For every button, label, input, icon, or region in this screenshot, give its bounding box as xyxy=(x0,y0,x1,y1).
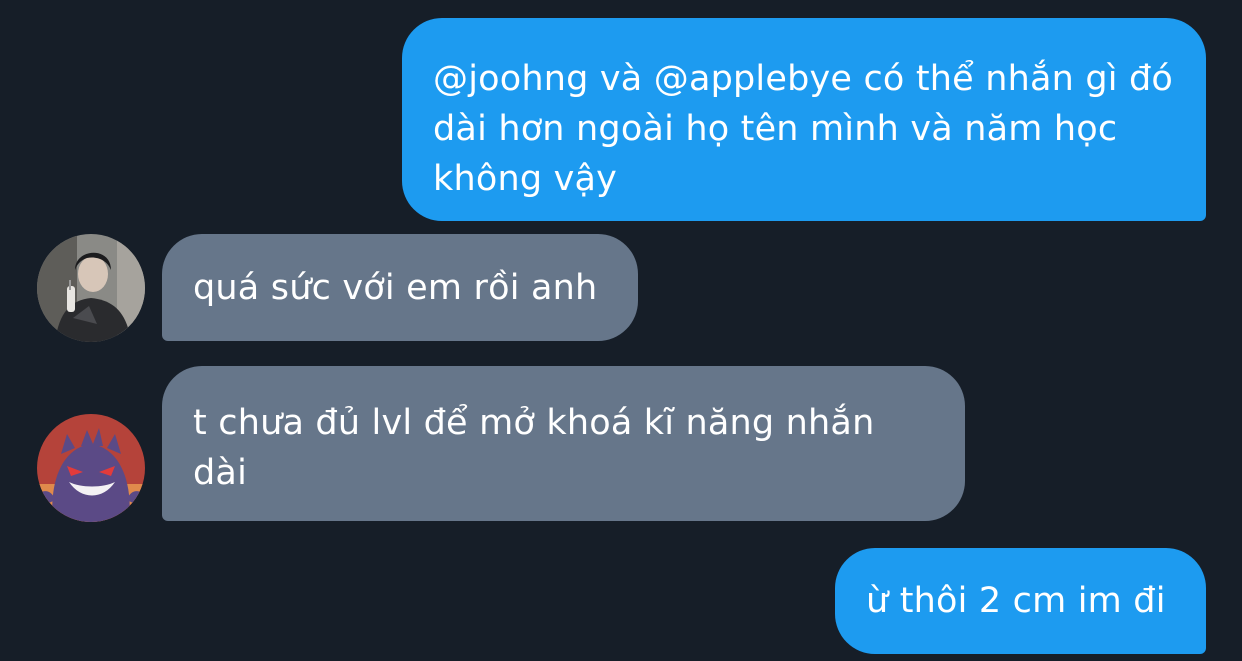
user-photo-icon xyxy=(37,234,145,342)
incoming-message-bubble[interactable]: quá sức với em rồi anh xyxy=(162,234,638,341)
outgoing-message-bubble[interactable]: ừ thôi 2 cm im đi xyxy=(835,548,1206,654)
incoming-message-bubble[interactable]: t chưa đủ lvl để mở khoá kĩ năng nhắn dà… xyxy=(162,366,965,521)
gengar-avatar[interactable] xyxy=(37,414,145,522)
message-text: t chưa đủ lvl để mở khoá kĩ năng nhắn dà… xyxy=(193,403,875,493)
outgoing-message-bubble[interactable]: @joohng và @applebye có thể nhắn gì đó d… xyxy=(402,18,1206,221)
gengar-icon xyxy=(37,414,145,522)
message-text: ừ thôi 2 cm im đi xyxy=(866,581,1166,621)
message-text: @joohng và @applebye có thể nhắn gì đó d… xyxy=(433,59,1174,199)
message-text: quá sức với em rồi anh xyxy=(193,268,598,308)
user-photo-avatar[interactable] xyxy=(37,234,145,342)
